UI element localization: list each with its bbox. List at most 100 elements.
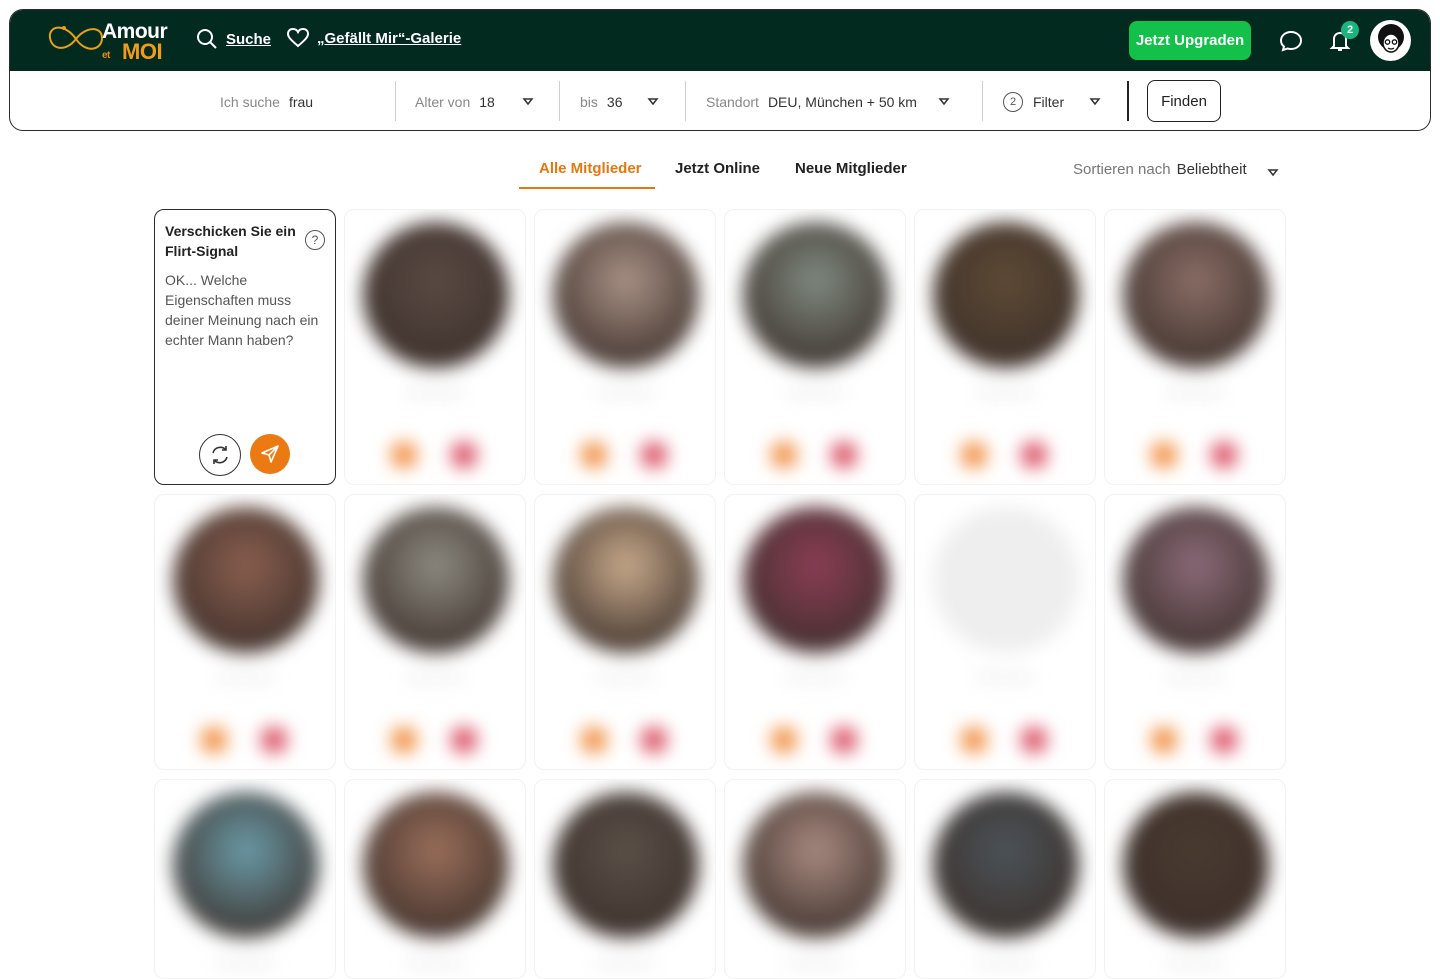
blurred-profile (725, 495, 905, 769)
member-name-placeholder (405, 675, 465, 681)
member-photo (553, 507, 699, 653)
flirt-action-icon (581, 727, 607, 753)
member-name-placeholder (1165, 390, 1225, 396)
help-icon[interactable]: ? (305, 230, 325, 250)
flirt-signal-text: OK... Welche Eigenschaften muss deiner M… (165, 272, 319, 348)
messages-button[interactable] (1277, 27, 1305, 55)
flirt-action-icon (1151, 442, 1177, 468)
refresh-button[interactable] (199, 434, 241, 476)
filter-count: 2 (1003, 91, 1023, 112)
user-avatar[interactable] (1370, 20, 1411, 61)
upgrade-button[interactable]: Jetzt Upgraden (1129, 21, 1251, 60)
member-card[interactable] (1104, 209, 1286, 485)
member-photo (743, 792, 889, 938)
flirt-action-icon (771, 727, 797, 753)
member-card[interactable] (914, 494, 1096, 770)
member-name-placeholder (595, 390, 655, 396)
member-photo (933, 507, 1079, 653)
blurred-profile (535, 210, 715, 484)
member-photo (933, 792, 1079, 938)
member-card[interactable] (914, 779, 1096, 979)
nav-liked-gallery-link[interactable]: „Gefällt Mir“-Galerie (287, 28, 461, 48)
member-card[interactable] (724, 779, 906, 979)
like-action-icon (1021, 727, 1047, 753)
flirt-action-icon (201, 727, 227, 753)
member-card[interactable] (534, 494, 716, 770)
chevron-down-icon (522, 98, 534, 106)
heart-icon (287, 28, 309, 48)
member-photo (1123, 222, 1269, 368)
send-flirt-button[interactable] (250, 434, 290, 474)
like-action-icon (451, 727, 477, 753)
seeking-select[interactable]: Ich suche frau (220, 71, 313, 130)
member-card[interactable] (534, 779, 716, 979)
member-name-placeholder (785, 675, 845, 681)
member-card[interactable] (914, 209, 1096, 485)
member-card[interactable] (1104, 779, 1286, 979)
divider (685, 81, 686, 121)
flirt-signal-card: Verschicken Sie ein Flirt-Signal ? OK...… (154, 209, 336, 485)
member-card[interactable] (154, 494, 336, 770)
member-name-placeholder (975, 960, 1035, 966)
blurred-profile (725, 210, 905, 484)
flirt-action-icon (771, 442, 797, 468)
tab-online-now[interactable]: Jetzt Online (675, 160, 760, 177)
like-action-icon (1021, 442, 1047, 468)
like-action-icon (261, 727, 287, 753)
flirt-action-icon (961, 442, 987, 468)
tab-new-members[interactable]: Neue Mitglieder (795, 160, 907, 177)
site-logo[interactable]: Amour et MOI (44, 18, 184, 64)
blurred-profile (915, 210, 1095, 484)
search-icon (197, 29, 217, 49)
member-photo (1123, 507, 1269, 653)
tab-all-members[interactable]: Alle Mitglieder (539, 160, 642, 177)
sort-select[interactable]: Sortieren nach Beliebtheit (1073, 161, 1247, 178)
like-action-icon (641, 442, 667, 468)
blurred-profile (1105, 210, 1285, 484)
member-card[interactable] (344, 494, 526, 770)
location-select[interactable]: Standort DEU, München + 50 km (706, 71, 917, 130)
member-photo (173, 507, 319, 653)
member-card[interactable] (724, 209, 906, 485)
member-name-placeholder (215, 960, 275, 966)
blurred-profile (155, 495, 335, 769)
blurred-profile (1105, 780, 1285, 978)
flirt-action-icon (391, 727, 417, 753)
blurred-profile (915, 780, 1095, 978)
blurred-profile (345, 495, 525, 769)
blurred-profile (915, 495, 1095, 769)
member-photo (553, 792, 699, 938)
member-photo (173, 792, 319, 938)
member-name-placeholder (785, 960, 845, 966)
active-tab-indicator (519, 187, 655, 189)
member-name-placeholder (215, 675, 275, 681)
chat-bubble-icon (1279, 30, 1303, 52)
filter-select[interactable]: 2 Filter (1003, 71, 1064, 130)
like-action-icon (831, 727, 857, 753)
chevron-down-icon (938, 98, 950, 106)
member-card[interactable] (724, 494, 906, 770)
member-card[interactable] (344, 209, 526, 485)
find-button[interactable]: Finden (1147, 80, 1221, 122)
paper-plane-icon (261, 445, 279, 463)
divider (1127, 81, 1129, 121)
member-card[interactable] (344, 779, 526, 979)
notification-count-badge: 2 (1341, 21, 1359, 39)
age-from-select[interactable]: Alter von 18 (415, 71, 495, 130)
flirt-action-icon (391, 442, 417, 468)
member-name-placeholder (595, 960, 655, 966)
member-card[interactable] (154, 779, 336, 979)
nav-search-link[interactable]: Suche (196, 28, 271, 50)
divider (982, 81, 983, 121)
blurred-profile (155, 780, 335, 978)
like-action-icon (1211, 442, 1237, 468)
member-card[interactable] (1104, 494, 1286, 770)
member-card[interactable] (534, 209, 716, 485)
member-name-placeholder (975, 390, 1035, 396)
chevron-down-icon (1267, 169, 1279, 177)
like-action-icon (641, 727, 667, 753)
like-action-icon (1211, 727, 1237, 753)
age-to-select[interactable]: bis 36 (580, 71, 622, 130)
member-name-placeholder (405, 390, 465, 396)
blurred-profile (535, 495, 715, 769)
